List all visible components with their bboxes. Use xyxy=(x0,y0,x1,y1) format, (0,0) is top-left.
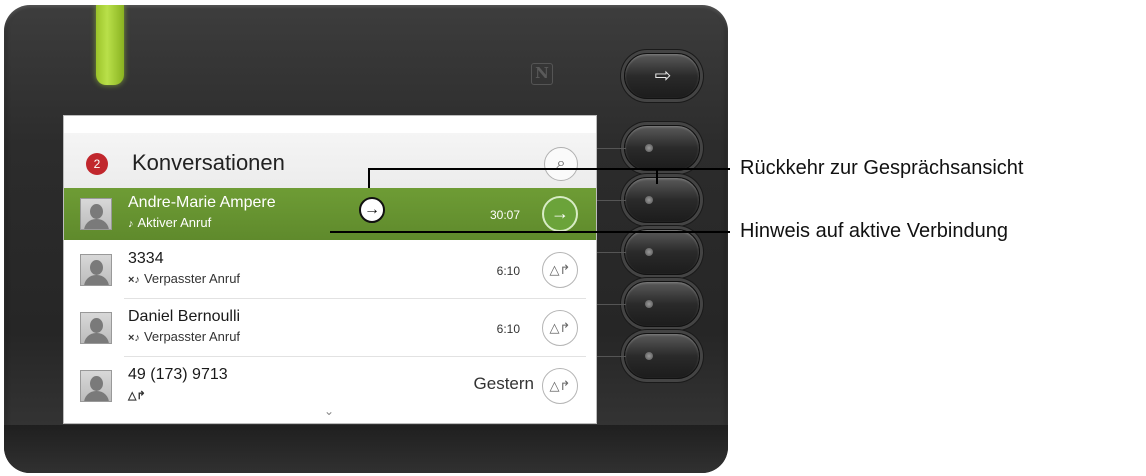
contact-name: Andre-Marie Ampere xyxy=(128,194,276,211)
callout-return-to-call: Rückkehr zur Gesprächsansicht xyxy=(740,157,1024,179)
exit-icon: ⇨ xyxy=(654,65,672,87)
call-status: ×♪ Verpasster Anruf xyxy=(128,271,240,286)
exit-key[interactable]: ⇨ xyxy=(624,53,700,99)
softkey-4[interactable] xyxy=(624,281,700,327)
call-time: Gestern xyxy=(473,374,534,393)
avatar xyxy=(80,370,112,402)
call-status-label: Aktiver Anruf xyxy=(137,215,212,230)
softkey-led-icon xyxy=(645,196,653,204)
callout-line-vertical-2 xyxy=(656,168,658,184)
arrow-right-icon: → xyxy=(551,203,569,223)
callout-line-horizontal-1 xyxy=(368,168,730,170)
call-status: ×♪ Verpasster Anruf xyxy=(128,329,240,344)
call-status: ♪ Aktiver Anruf xyxy=(128,215,211,230)
return-to-call-button[interactable]: → xyxy=(542,196,578,232)
contact-name: Daniel Bernoulli xyxy=(128,308,241,325)
conversation-row[interactable]: 3334 ×♪ Verpasster Anruf 6:10 △↱ xyxy=(64,244,596,296)
desk-phone: N ⇨ 2 Konversationen ⌕ Andre-Marie Amper… xyxy=(4,5,728,473)
avatar xyxy=(80,312,112,344)
softkey-led-icon xyxy=(645,144,653,152)
softkey-3[interactable] xyxy=(624,229,700,275)
phone-display: 2 Konversationen ⌕ Andre-Marie Ampere ♪ A… xyxy=(63,115,597,424)
missed-call-icon: ×♪ xyxy=(128,274,140,286)
scroll-down-icon[interactable]: ⌄ xyxy=(324,404,334,418)
active-connection-indicator-icon: → xyxy=(359,197,385,223)
key-connector-line xyxy=(592,252,626,253)
row-divider xyxy=(124,298,586,299)
key-connector-line xyxy=(592,356,626,357)
softkey-5[interactable] xyxy=(624,333,700,379)
contact-name: 49 (173) 9713 xyxy=(128,366,228,383)
softkey-1[interactable] xyxy=(624,125,700,171)
callout-line-horizontal-2 xyxy=(330,231,730,233)
avatar xyxy=(80,254,112,286)
softkey-led-icon xyxy=(645,300,653,308)
active-call-icon: ♪ xyxy=(128,218,134,230)
key-connector-line xyxy=(592,200,626,201)
key-connector-line xyxy=(592,304,626,305)
softkey-2[interactable] xyxy=(624,177,700,223)
phone-bottom-edge xyxy=(4,425,728,473)
callback-icon: △↱ xyxy=(549,320,571,335)
call-time: 6:10 xyxy=(496,322,520,336)
softkey-led-icon xyxy=(645,248,653,256)
unread-count-badge: 2 xyxy=(86,153,108,175)
call-status: △↱ xyxy=(128,387,150,402)
avatar xyxy=(80,198,112,230)
row-divider xyxy=(124,356,586,357)
callback-icon: △↱ xyxy=(549,378,571,393)
callback-button[interactable]: △↱ xyxy=(542,368,578,404)
call-duration: 30:07 xyxy=(489,208,520,222)
status-led xyxy=(96,5,124,85)
call-status-label: Verpasster Anruf xyxy=(143,271,241,286)
key-connector-line xyxy=(592,148,626,149)
call-time: 6:10 xyxy=(496,264,520,278)
page-title: Konversationen xyxy=(132,150,285,175)
callback-icon: △↱ xyxy=(128,390,146,402)
contact-name: 3334 xyxy=(128,250,164,267)
callback-icon: △↱ xyxy=(549,262,571,277)
missed-call-icon: ×♪ xyxy=(128,332,140,344)
nfc-icon: N xyxy=(531,63,553,85)
softkey-led-icon xyxy=(645,352,653,360)
callout-line-vertical-1 xyxy=(368,168,370,188)
callback-button[interactable]: △↱ xyxy=(542,310,578,346)
conversation-row[interactable]: Daniel Bernoulli ×♪ Verpasster Anruf 6:10… xyxy=(64,302,596,354)
callout-active-connection: Hinweis auf aktive Verbindung xyxy=(740,220,1008,242)
callback-button[interactable]: △↱ xyxy=(542,252,578,288)
search-button[interactable]: ⌕ xyxy=(544,147,578,181)
call-status-label: Verpasster Anruf xyxy=(143,329,241,344)
